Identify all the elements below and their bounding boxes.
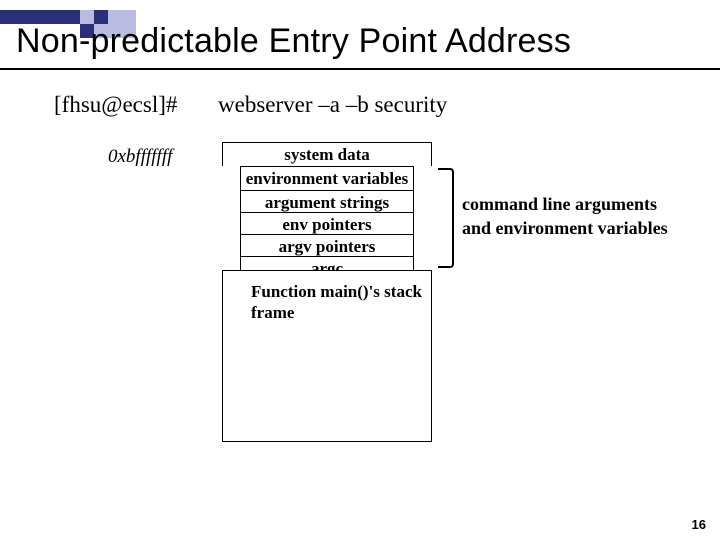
- brace-icon: [438, 168, 454, 268]
- page-number: 16: [692, 517, 706, 532]
- brace-caption: command line arguments and environment v…: [462, 192, 668, 241]
- slide-title: Non-predictable Entry Point Address: [16, 22, 571, 61]
- stack-row-system-data: system data: [222, 142, 432, 166]
- shell-prompt: [fhsu@ecsl]#: [54, 92, 177, 118]
- address-label: 0xbfffffff: [108, 146, 172, 168]
- slide: Non-predictable Entry Point Address [fhs…: [0, 0, 720, 540]
- caption-line-1: command line arguments: [462, 192, 668, 216]
- stack-row-env-pointers: env pointers: [240, 212, 414, 234]
- stack-diagram: system data environment variables argume…: [222, 142, 432, 278]
- title-underline: [0, 68, 720, 70]
- main-stack-frame: Function main()'s stack frame: [222, 270, 432, 442]
- stack-row-arg-strings: argument strings: [240, 190, 414, 212]
- stack-row-argv-pointers: argv pointers: [240, 234, 414, 256]
- caption-line-2: and environment variables: [462, 216, 668, 240]
- stack-row-env-vars: environment variables: [240, 166, 414, 190]
- shell-command: webserver –a –b security: [218, 92, 447, 118]
